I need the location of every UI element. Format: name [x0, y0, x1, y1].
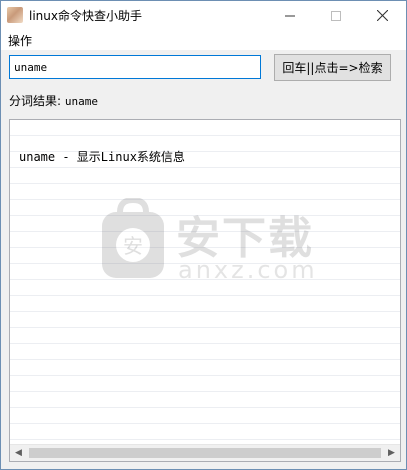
- shield-icon: 安: [102, 198, 164, 278]
- title-bar[interactable]: linux命令快查小助手: [1, 1, 406, 30]
- close-icon: [376, 10, 388, 21]
- watermark-subtext: anxz.com: [178, 256, 318, 284]
- minimize-button[interactable]: [267, 1, 313, 30]
- result-textbox[interactable]: 安 安下载 anxz.com uname - 显示Linux系统信息 ◀ ▶: [9, 119, 401, 462]
- watermark: 安 安下载 anxz.com: [98, 198, 328, 288]
- scroll-left-arrow-icon[interactable]: ◀: [10, 445, 27, 461]
- app-icon: [7, 7, 23, 23]
- segmentation-value: uname: [64, 95, 98, 108]
- horizontal-scrollbar[interactable]: ◀ ▶: [10, 444, 400, 461]
- scrollbar-thumb[interactable]: [29, 448, 381, 458]
- menu-bar: 操作: [1, 30, 406, 50]
- command-search-input[interactable]: [9, 55, 261, 79]
- result-line: uname - 显示Linux系统信息: [19, 150, 185, 164]
- minimize-icon: [285, 15, 295, 16]
- maximize-icon: [331, 10, 341, 21]
- maximize-button[interactable]: [313, 1, 359, 30]
- window-title: linux命令快查小助手: [29, 9, 142, 23]
- scroll-right-arrow-icon[interactable]: ▶: [383, 445, 400, 461]
- search-button[interactable]: 回车||点击=>检索: [274, 54, 391, 81]
- menu-item-operations[interactable]: 操作: [8, 32, 32, 49]
- close-button[interactable]: [359, 1, 405, 30]
- segmentation-result: 分词结果: uname: [9, 92, 98, 109]
- segmentation-label: 分词结果:: [9, 94, 62, 108]
- watermark-shield-glyph: 安: [123, 234, 143, 258]
- app-window: linux命令快查小助手 操作 回车||点击=>检索 分词结果: uname 安…: [0, 0, 407, 470]
